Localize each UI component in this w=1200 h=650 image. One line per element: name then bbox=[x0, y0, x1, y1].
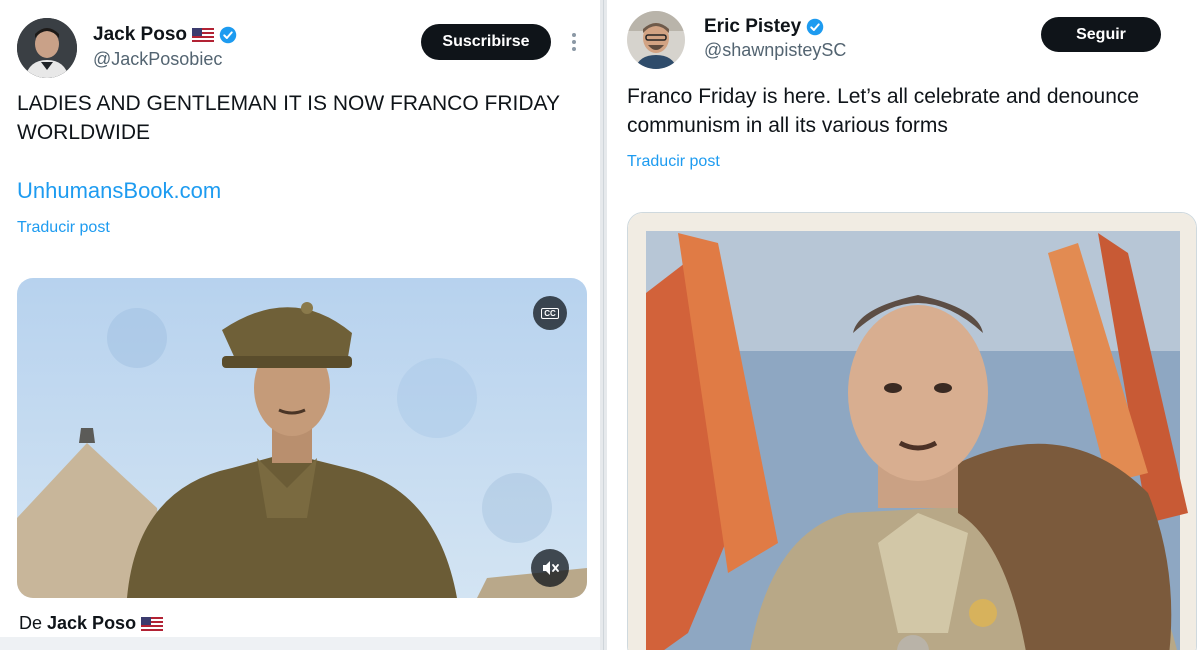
follow-button[interactable]: Seguir bbox=[1041, 17, 1161, 52]
tweet-text: LADIES AND GENTLEMAN IT IS NOW FRANCO FR… bbox=[17, 92, 560, 144]
avatar-image bbox=[627, 11, 685, 69]
attribution-prefix: De bbox=[19, 613, 43, 633]
verified-badge-icon bbox=[806, 18, 824, 36]
right-post: Eric Pistey @shawnpisteySC Seguir Franco… bbox=[607, 0, 1200, 650]
author-name[interactable]: Jack Poso bbox=[93, 24, 187, 46]
author-handle[interactable]: @JackPosobiec bbox=[93, 49, 222, 70]
closed-captions-icon[interactable]: CC bbox=[533, 296, 567, 330]
author-name-row[interactable]: Eric Pistey bbox=[704, 16, 824, 38]
external-link[interactable]: UnhumansBook.com bbox=[17, 178, 221, 204]
portrait-painting bbox=[628, 213, 1196, 650]
us-flag-icon bbox=[192, 28, 214, 42]
tweet-text: Franco Friday is here. Let’s all celebra… bbox=[627, 85, 1140, 137]
video-frame bbox=[17, 278, 587, 598]
avatar-image bbox=[17, 18, 77, 78]
verified-badge-icon bbox=[219, 26, 237, 44]
avatar[interactable] bbox=[17, 18, 77, 78]
panel-divider bbox=[600, 0, 607, 650]
video-player[interactable]: CC bbox=[17, 278, 587, 598]
attribution-name[interactable]: Jack Poso bbox=[47, 613, 136, 634]
author-name[interactable]: Eric Pistey bbox=[704, 16, 801, 38]
post-image[interactable] bbox=[627, 212, 1197, 650]
us-flag-icon bbox=[141, 616, 164, 631]
left-post: Jack Poso @JackPosobiec Suscribirse LADI… bbox=[0, 0, 600, 650]
subscribe-button[interactable]: Suscribirse bbox=[421, 24, 551, 60]
author-name-row[interactable]: Jack Poso bbox=[93, 24, 237, 46]
avatar[interactable] bbox=[627, 11, 685, 69]
more-options-icon[interactable] bbox=[572, 33, 576, 51]
video-attribution[interactable]: De Jack Poso bbox=[19, 613, 164, 634]
mute-icon[interactable] bbox=[531, 549, 569, 587]
panel-bottom-edge bbox=[0, 637, 600, 650]
author-handle[interactable]: @shawnpisteySC bbox=[704, 40, 846, 61]
translate-post-link[interactable]: Traducir post bbox=[17, 219, 110, 237]
translate-post-link[interactable]: Traducir post bbox=[627, 153, 720, 171]
